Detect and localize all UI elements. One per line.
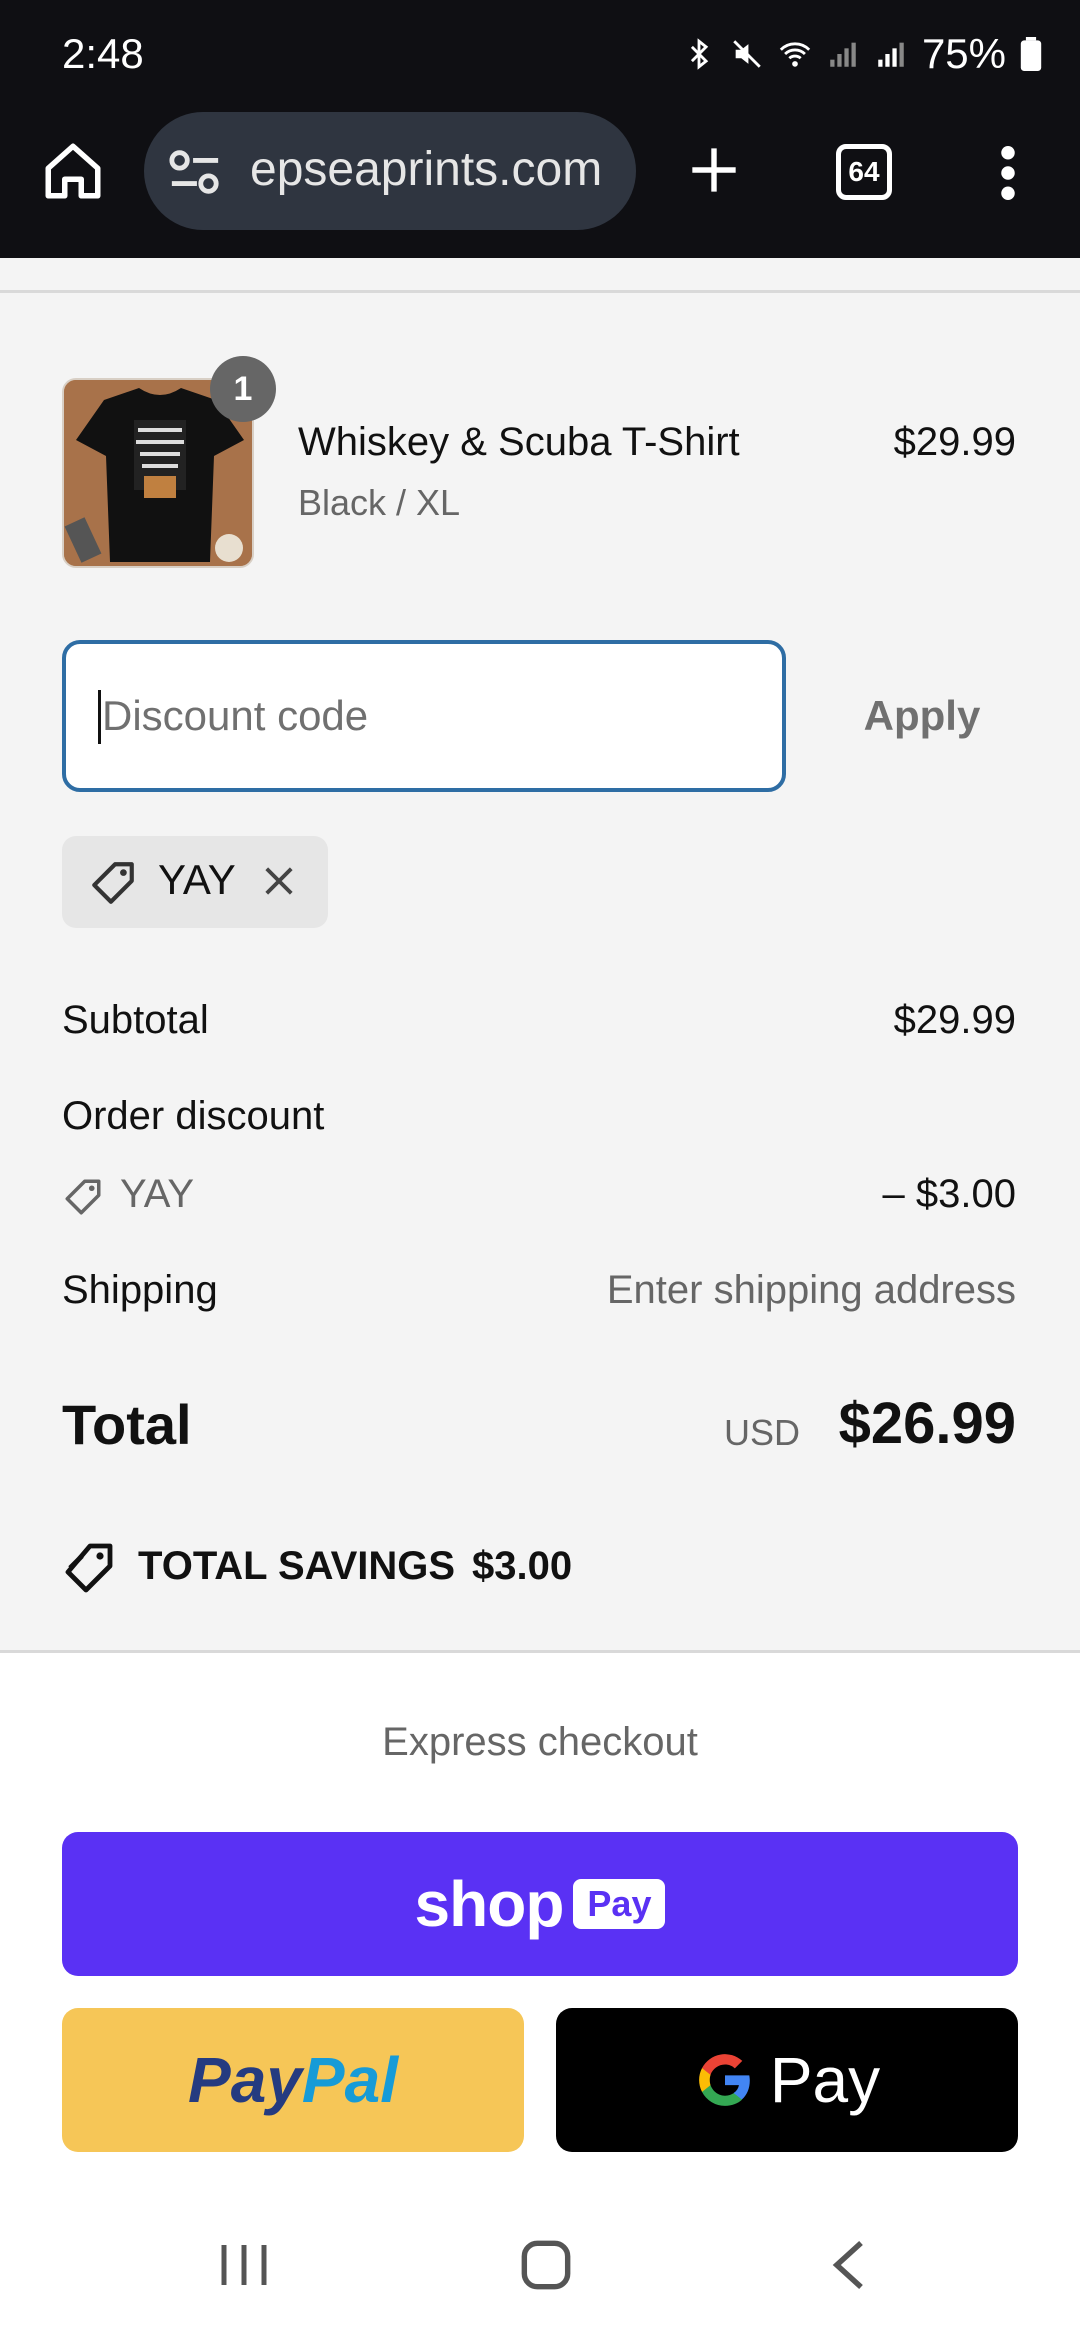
tag-icon (65, 1179, 101, 1215)
close-icon[interactable] (258, 860, 300, 902)
status-icons: 75% (682, 30, 1042, 78)
battery-percent: 75% (921, 30, 1006, 77)
shipping-label: Shipping (62, 1268, 218, 1312)
express-checkout-title: Express checkout (382, 1720, 698, 1764)
signal-icon (830, 42, 856, 67)
bluetooth-icon (690, 38, 709, 70)
shop-pay-badge: Pay (573, 1879, 666, 1929)
tabs-icon[interactable]: 64 (836, 144, 892, 200)
recent-apps-icon[interactable] (218, 2240, 270, 2290)
product-name: Whiskey & Scuba T-Shirt (298, 420, 740, 464)
signal-roaming-icon (878, 42, 904, 67)
wifi-icon (779, 42, 811, 67)
back-icon[interactable] (828, 2236, 872, 2294)
savings-tag-icon (65, 1543, 113, 1593)
url-text[interactable]: epseaprints.com (250, 142, 602, 197)
battery-icon (1020, 37, 1042, 71)
total-savings-amount: $3.00 (472, 1544, 573, 1588)
total-label: Total (62, 1393, 192, 1456)
order-discount-code: YAY (120, 1172, 195, 1216)
paypal-logo: PayPal (188, 2043, 398, 2117)
google-pay-label: Pay (769, 2044, 881, 2116)
total-currency: USD (723, 1412, 800, 1453)
divider (0, 290, 1080, 293)
mute-icon (733, 40, 761, 68)
apply-button[interactable]: Apply (832, 680, 1012, 752)
tune-icon[interactable] (168, 150, 222, 194)
total-amount: $26.99 (838, 1391, 1016, 1456)
google-g-icon (698, 2054, 750, 2106)
home-nav-icon[interactable] (520, 2238, 572, 2292)
subtotal-value: $29.99 (893, 998, 1016, 1042)
total-savings-label: TOTAL SAVINGS (138, 1544, 456, 1588)
product-price: $29.99 (893, 420, 1016, 464)
shop-pay-logo: shop (414, 1868, 565, 1940)
subtotal-label: Subtotal (62, 998, 209, 1042)
shipping-value: Enter shipping address (606, 1268, 1016, 1312)
order-discount-label: Order discount (62, 1094, 325, 1138)
google-pay-button[interactable]: Pay (556, 2008, 1018, 2152)
plus-icon[interactable] (688, 144, 740, 196)
order-discount-value: – $3.00 (882, 1172, 1016, 1216)
discount-code-input[interactable] (62, 640, 786, 792)
menu-icon[interactable] (998, 146, 1018, 200)
status-time: 2:48 (62, 30, 144, 77)
shop-pay-button[interactable]: shop Pay (62, 1832, 1018, 1976)
paypal-logo-pay: Pay (188, 2044, 302, 2116)
product-variant: Black / XL (298, 482, 461, 523)
tag-icon (92, 862, 134, 904)
text-caret (98, 690, 101, 744)
quantity-badge: 1 (210, 356, 276, 422)
applied-discount-code: YAY (158, 856, 236, 903)
home-icon[interactable] (40, 138, 106, 204)
paypal-logo-pal: Pal (301, 2044, 398, 2116)
paypal-button[interactable]: PayPal (62, 2008, 524, 2152)
